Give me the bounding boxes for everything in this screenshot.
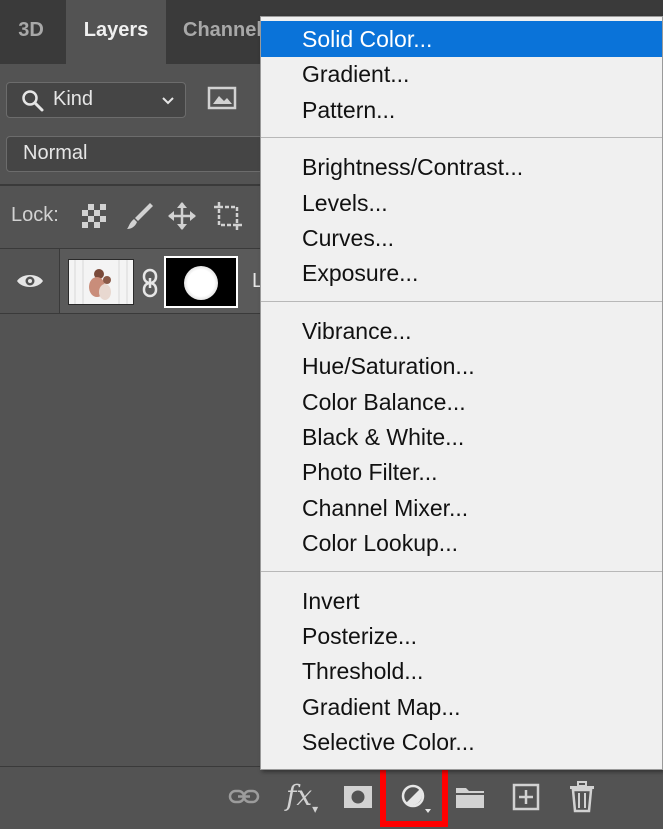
menu-item-black-white[interactable]: Black & White...	[261, 419, 662, 455]
menu-separator	[261, 300, 662, 302]
menu-item-threshold[interactable]: Threshold...	[261, 653, 662, 689]
menu-item-invert[interactable]: Invert	[261, 583, 662, 619]
menu-item-color-balance[interactable]: Color Balance...	[261, 384, 662, 420]
filter-kind-label: Kind	[53, 88, 94, 110]
menu-item-levels[interactable]: Levels...	[261, 185, 662, 221]
menu-item-pattern[interactable]: Pattern...	[261, 92, 662, 128]
menu-item-vibrance[interactable]: Vibrance...	[261, 313, 662, 349]
lock-artboard-icon[interactable]	[212, 200, 244, 232]
blend-mode-label: Normal	[23, 142, 88, 164]
menu-separator	[261, 570, 662, 572]
lock-label: Lock:	[11, 204, 59, 226]
photo-thumbnail-image	[69, 260, 133, 304]
menu-item-curves[interactable]: Curves...	[261, 220, 662, 256]
menu-separator	[261, 137, 662, 139]
menu-item-photo-filter[interactable]: Photo Filter...	[261, 454, 662, 490]
eye-icon	[17, 275, 43, 287]
blend-mode-select[interactable]: Normal	[6, 136, 268, 172]
layers-footer-toolbar: fx▾	[0, 766, 663, 829]
tab-channels[interactable]: Channels	[170, 0, 260, 64]
tab-layers[interactable]: Layers	[66, 0, 166, 64]
group-folder-icon[interactable]	[452, 779, 488, 815]
lock-position-icon[interactable]	[166, 200, 198, 232]
visibility-toggle[interactable]	[0, 249, 60, 313]
add-mask-icon[interactable]	[340, 779, 376, 815]
fx-label: fx	[286, 779, 313, 812]
menu-item-posterize[interactable]: Posterize...	[261, 618, 662, 654]
menu-item-channel-mixer[interactable]: Channel Mixer...	[261, 490, 662, 526]
menu-item-gradient[interactable]: Gradient...	[261, 56, 662, 92]
menu-item-brightness-contrast[interactable]: Brightness/Contrast...	[261, 149, 662, 185]
mask-circle	[184, 266, 218, 300]
fx-icon[interactable]: fx▾	[286, 779, 322, 816]
menu-item-color-lookup[interactable]: Color Lookup...	[261, 525, 662, 561]
search-icon	[22, 90, 44, 112]
menu-item-exposure[interactable]: Exposure...	[261, 255, 662, 291]
link-mask-icon[interactable]	[141, 268, 159, 298]
menu-item-gradient-map[interactable]: Gradient Map...	[261, 689, 662, 725]
menu-item-solid-color[interactable]: Solid Color...	[261, 21, 662, 57]
chevron-down-icon	[162, 97, 174, 105]
trash-icon[interactable]	[564, 779, 600, 815]
image-filter-icon[interactable]	[206, 84, 240, 114]
tab-3d[interactable]: 3D	[0, 0, 62, 64]
fx-caret: ▾	[312, 802, 319, 816]
menu-item-selective-color[interactable]: Selective Color...	[261, 724, 662, 760]
adjustment-layer-menu: Solid Color... Gradient... Pattern... Brigh…	[260, 16, 663, 770]
menu-item-hue-saturation[interactable]: Hue/Saturation...	[261, 348, 662, 384]
new-layer-icon[interactable]	[508, 779, 544, 815]
adjustment-button-highlight	[380, 761, 448, 827]
link-layers-icon[interactable]	[226, 779, 262, 815]
lock-image-pixels-icon[interactable]	[124, 200, 156, 232]
lock-transparent-pixels-icon[interactable]	[78, 200, 110, 232]
layer-mask-thumbnail[interactable]	[164, 256, 238, 308]
layer-thumbnail[interactable]	[68, 259, 134, 305]
filter-kind-select[interactable]: Kind	[6, 82, 186, 118]
